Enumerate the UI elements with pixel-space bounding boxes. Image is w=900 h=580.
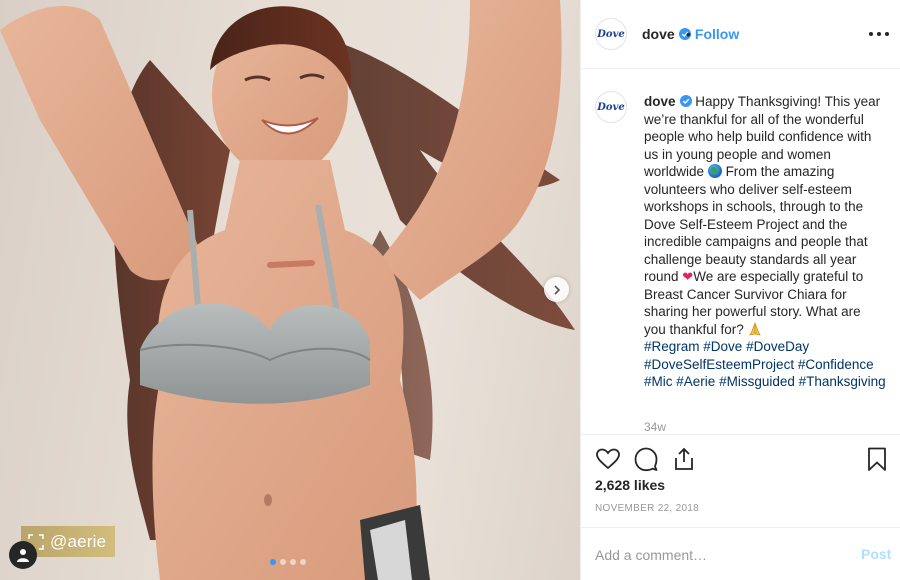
watermark-handle: @aerie <box>50 531 107 551</box>
hashtag-link[interactable]: #Thanksgiving <box>799 374 886 389</box>
dove-logo: Dove <box>597 101 625 113</box>
comments-section[interactable]: Dove dove Happy Thanksgiving! This year … <box>581 70 900 434</box>
carousel-dot <box>280 559 286 565</box>
post-caption: dove Happy Thanksgiving! This year we’re… <box>644 93 886 391</box>
hashtag-link[interactable]: #DoveSelfEsteemProject <box>644 357 794 372</box>
heart-emoji-icon: ❤ <box>682 269 694 284</box>
caption-username-text[interactable]: dove <box>644 94 676 109</box>
likes-count[interactable]: 2,628 likes <box>595 477 665 493</box>
save-button[interactable] <box>864 446 890 472</box>
avatar[interactable]: Dove <box>595 91 627 123</box>
dot <box>869 32 873 36</box>
next-photo-button[interactable] <box>544 277 569 302</box>
hashtag-link[interactable]: #Dove <box>703 339 742 354</box>
dot <box>877 32 881 36</box>
comment-icon <box>634 447 658 472</box>
post-date: NOVEMBER 22, 2018 <box>595 503 700 514</box>
globe-emoji-icon <box>707 164 722 178</box>
hashtag-link[interactable]: #Regram <box>644 339 700 354</box>
praying-hands-emoji-icon <box>748 321 761 336</box>
comment-input[interactable] <box>595 545 845 565</box>
dot <box>885 32 889 36</box>
hashtag-link[interactable]: #Mic <box>644 374 673 389</box>
follow-button[interactable]: Follow <box>695 26 739 42</box>
post-photo[interactable]: @aerie <box>0 0 580 580</box>
dove-logo: Dove <box>597 28 625 40</box>
carousel-dot <box>300 559 306 565</box>
carousel-indicator <box>270 559 306 565</box>
chevron-right-icon <box>553 284 560 295</box>
post-image-illustration <box>0 0 575 580</box>
more-options-icon[interactable] <box>869 26 889 42</box>
avatar[interactable]: Dove <box>595 18 627 50</box>
carousel-dot <box>270 559 276 565</box>
user-tag-button[interactable] <box>9 541 37 569</box>
username-text[interactable]: dove <box>642 26 675 42</box>
separator-dot: • <box>686 26 691 42</box>
follow-area: • Follow <box>680 26 739 42</box>
hashtag-link[interactable]: #Missguided <box>719 374 795 389</box>
hashtag-link[interactable]: #Confidence <box>798 357 874 372</box>
post-comment-button[interactable]: Post <box>861 546 891 562</box>
hashtag-link[interactable]: #Aerie <box>676 374 715 389</box>
caption-text-2: From the amazing volunteers who deliver … <box>644 164 868 284</box>
share-icon <box>675 447 693 470</box>
caption-time-ago[interactable]: 34w <box>644 420 666 434</box>
comment-button[interactable] <box>633 446 659 472</box>
share-button[interactable] <box>671 446 697 472</box>
hashtag-list: #Regram #Dove #DoveDay #DoveSelfEsteemPr… <box>644 339 886 389</box>
verified-badge-icon <box>679 95 692 107</box>
user-tag-icon <box>17 549 29 562</box>
caption-username[interactable]: dove <box>644 94 692 109</box>
post-side-panel: Dove dove • Follow Dove dove Happy Thanks… <box>580 0 900 580</box>
heart-icon <box>596 448 620 470</box>
hashtag-link[interactable]: #DoveDay <box>746 339 809 354</box>
comment-form: Post <box>581 527 900 580</box>
bookmark-icon <box>868 447 886 471</box>
like-button[interactable] <box>595 446 621 472</box>
post-header: Dove dove • Follow <box>581 0 900 69</box>
carousel-dot <box>290 559 296 565</box>
